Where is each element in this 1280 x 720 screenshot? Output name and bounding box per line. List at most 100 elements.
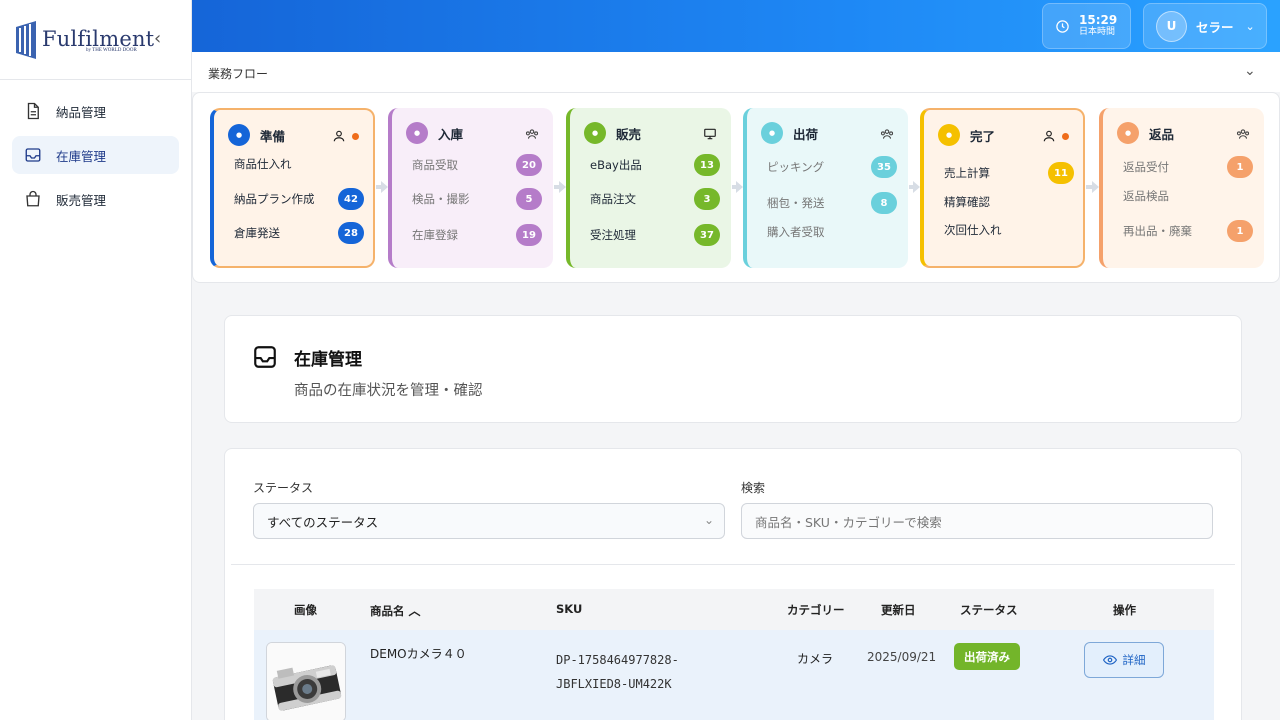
sidebar-item-label: 納品管理 bbox=[56, 104, 107, 120]
bag-icon: ● bbox=[584, 122, 606, 144]
stage-task[interactable]: 返品受付 1 bbox=[1123, 156, 1253, 178]
task-count-badge: 1 bbox=[1227, 156, 1253, 178]
stage-header: ● 完了 bbox=[938, 124, 995, 146]
workflow-stage[interactable]: ● 出荷ピッキング 35 梱包・発送 8 購入者受取 bbox=[743, 108, 908, 268]
flow-arrow-icon bbox=[909, 181, 920, 193]
stage-task[interactable]: ピッキング 35 bbox=[767, 156, 897, 178]
product-name: DEMOカメラ４０ bbox=[370, 647, 467, 661]
status-filter-select[interactable]: すべてのステータス ⌄ bbox=[253, 503, 725, 539]
task-label: 精算確認 bbox=[944, 195, 990, 209]
sidebar: Fulfilment ‹ by THE WORLD DOOR 納品管理 在庫管理… bbox=[0, 0, 192, 720]
stage-task[interactable]: 受注処理 37 bbox=[590, 224, 720, 246]
workflow-stage[interactable]: ● 入庫 商品受取 20 検品・撮影 5 在庫登録 19 bbox=[388, 108, 553, 268]
sku-line: DP-1758464977828- bbox=[556, 653, 679, 667]
task-label: 返品受付 bbox=[1123, 160, 1169, 174]
inventory-table-card: ステータス すべてのステータス ⌄ 検索 商品名・SKU・カテゴリーで検索 画像… bbox=[224, 448, 1242, 720]
table-row[interactable]: DEMOカメラ４０ DP-1758464977828- JBFLXIED8-UM… bbox=[254, 630, 1214, 720]
status-filter-value: すべてのステータス bbox=[267, 514, 379, 530]
person-icon bbox=[1042, 129, 1069, 143]
team-icon bbox=[525, 127, 539, 141]
task-label: 売上計算 bbox=[944, 166, 990, 180]
task-label: 商品注文 bbox=[590, 192, 636, 206]
stage-name: 出荷 bbox=[793, 126, 819, 142]
task-label: 在庫登録 bbox=[412, 228, 458, 242]
collapse-sidebar-button[interactable]: ‹ bbox=[154, 28, 161, 49]
task-count-badge: 5 bbox=[516, 188, 542, 210]
user-name: セラー bbox=[1196, 19, 1234, 35]
flow-arrow-icon bbox=[1086, 181, 1099, 193]
team-icon bbox=[1236, 127, 1250, 141]
task-count-badge: 42 bbox=[338, 188, 364, 210]
workflow-stage[interactable]: ● 準備商品仕入れ納品プラン作成 42 倉庫発送 28 bbox=[210, 108, 375, 268]
stage-task[interactable]: eBay出品 13 bbox=[590, 154, 720, 176]
workflow-stage[interactable]: ● 完了売上計算 11 精算確認次回仕入れ bbox=[920, 108, 1085, 268]
user-menu-button[interactable]: U セラー ⌄ bbox=[1143, 3, 1267, 49]
shopping-bag-icon bbox=[26, 190, 40, 207]
task-label: 商品仕入れ bbox=[234, 157, 292, 171]
task-count-badge: 35 bbox=[871, 156, 897, 178]
search-label: 検索 bbox=[741, 481, 766, 495]
workflow-panel: ● 準備 商品仕入れ 納品プラン作成 42 倉庫発送 28 ● 入庫 商品受取 20 検品・撮影 5 在庫… bbox=[192, 92, 1280, 283]
stage-task[interactable]: 購入者受取 bbox=[767, 224, 897, 240]
clock-timezone: 日本時間 bbox=[1079, 26, 1116, 37]
col-sku: SKU bbox=[556, 602, 583, 616]
stage-task[interactable]: 商品受取 20 bbox=[412, 154, 542, 176]
product-updated: 2025/09/21 bbox=[867, 650, 937, 664]
sidebar-item-label: 販売管理 bbox=[56, 192, 107, 208]
monitor-icon bbox=[703, 127, 717, 141]
detail-button[interactable]: 詳細 bbox=[1084, 642, 1164, 678]
stage-task[interactable]: 梱包・発送 8 bbox=[767, 192, 897, 214]
clock-time: 15:29 bbox=[1079, 12, 1118, 27]
product-sku: DP-1758464977828- JBFLXIED8-UM422K bbox=[556, 648, 726, 696]
status-badge: 出荷済み bbox=[954, 643, 1020, 670]
table-header: 画像 商品名 ︿ SKU カテゴリー 更新日 ステータス 操作 bbox=[254, 589, 1214, 630]
sidebar-item-sales[interactable]: 販売管理 bbox=[12, 180, 179, 218]
product-image[interactable] bbox=[266, 642, 346, 720]
detail-button-label: 詳細 bbox=[1122, 653, 1146, 667]
search-input[interactable]: 商品名・SKU・カテゴリーで検索 bbox=[741, 503, 1213, 539]
task-count-badge: 11 bbox=[1048, 162, 1074, 184]
chevron-down-icon[interactable]: ⌄ bbox=[1244, 63, 1256, 79]
camera-icon bbox=[267, 643, 345, 720]
task-count-badge: 13 bbox=[694, 154, 720, 176]
stage-name: 返品 bbox=[1149, 126, 1175, 142]
brand-title: Fulfilment bbox=[42, 27, 155, 51]
stage-task[interactable]: 商品仕入れ bbox=[234, 156, 364, 172]
stage-task[interactable]: 再出品・廃棄 1 bbox=[1123, 220, 1253, 242]
sidebar-item-delivery[interactable]: 納品管理 bbox=[12, 92, 179, 130]
sidebar-item-inventory[interactable]: 在庫管理 bbox=[12, 136, 179, 174]
col-updated: 更新日 bbox=[881, 603, 916, 617]
stage-task[interactable]: 次回仕入れ bbox=[944, 222, 1074, 238]
avatar: U bbox=[1156, 10, 1187, 42]
task-count-badge: 37 bbox=[694, 224, 720, 246]
stage-header: ● 準備 bbox=[228, 124, 285, 146]
brand-subtitle: by THE WORLD DOOR bbox=[86, 48, 137, 53]
task-label: ピッキング bbox=[767, 160, 825, 174]
stage-task[interactable]: 倉庫発送 28 bbox=[234, 222, 364, 244]
search-placeholder: 商品名・SKU・カテゴリーで検索 bbox=[755, 514, 942, 530]
stage-task[interactable]: 在庫登録 19 bbox=[412, 224, 542, 246]
logo-icon bbox=[16, 20, 36, 59]
col-name-label: 商品名 bbox=[370, 604, 405, 618]
stage-task[interactable]: 検品・撮影 5 bbox=[412, 188, 542, 210]
divider bbox=[231, 564, 1235, 565]
stage-name: 完了 bbox=[970, 128, 996, 144]
task-label: eBay出品 bbox=[590, 158, 642, 172]
stage-task[interactable]: 納品プラン作成 42 bbox=[234, 188, 364, 210]
workflow-header[interactable]: 業務フロー ⌄ bbox=[192, 52, 1280, 92]
stage-task[interactable]: 返品検品 bbox=[1123, 188, 1253, 204]
truck-icon: ● bbox=[761, 122, 783, 144]
inbox-icon bbox=[254, 346, 276, 368]
col-category: カテゴリー bbox=[787, 603, 845, 617]
stage-task[interactable]: 売上計算 11 bbox=[944, 162, 1074, 184]
flow-arrow-icon bbox=[376, 181, 388, 193]
eye-icon bbox=[1102, 655, 1117, 665]
workflow-stage[interactable]: ● 販売 eBay出品 13 商品注文 3 受注処理 37 bbox=[566, 108, 731, 268]
task-label: 受注処理 bbox=[590, 228, 636, 242]
task-label: 返品検品 bbox=[1123, 189, 1169, 203]
col-name[interactable]: 商品名 ︿ bbox=[370, 602, 421, 619]
workflow-stage[interactable]: ● 返品 返品受付 1 返品検品 再出品・廃棄 1 bbox=[1099, 108, 1264, 268]
logo[interactable]: Fulfilment ‹ by THE WORLD DOOR bbox=[0, 0, 191, 80]
stage-task[interactable]: 精算確認 bbox=[944, 194, 1074, 210]
stage-task[interactable]: 商品注文 3 bbox=[590, 188, 720, 210]
